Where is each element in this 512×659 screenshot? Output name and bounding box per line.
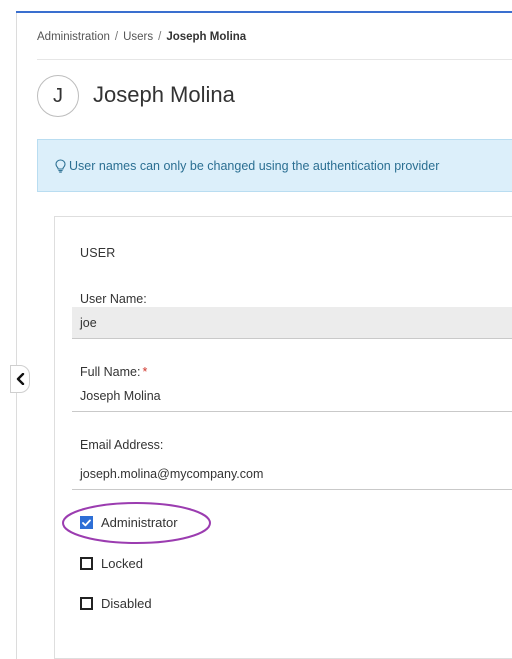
info-banner: User names can only be changed using the… — [37, 139, 512, 192]
fullname-label: Full Name: * — [80, 365, 147, 379]
avatar: J — [37, 75, 79, 117]
locked-label: Locked — [101, 556, 143, 571]
breadcrumb-separator: / — [114, 31, 119, 43]
breadcrumb-link-administration[interactable]: Administration — [37, 31, 110, 43]
administrator-label: Administrator — [101, 515, 178, 530]
breadcrumb-link-users[interactable]: Users — [123, 31, 153, 43]
administrator-checkbox-row[interactable]: Administrator — [80, 515, 178, 530]
avatar-initial: J — [53, 84, 63, 107]
disabled-checkbox-row[interactable]: Disabled — [80, 596, 152, 611]
sidebar-collapse-button[interactable] — [10, 365, 30, 393]
disabled-label: Disabled — [101, 596, 152, 611]
required-marker: * — [142, 365, 148, 379]
email-label: Email Address: — [80, 438, 164, 452]
administrator-checkbox[interactable] — [80, 516, 93, 529]
page-title: Joseph Molina — [93, 82, 235, 107]
locked-checkbox-row[interactable]: Locked — [80, 556, 143, 571]
username-field: joe — [72, 307, 512, 339]
top-accent-bar — [16, 11, 512, 13]
breadcrumb: Administration / Users / Joseph Molina — [37, 31, 246, 43]
disabled-checkbox[interactable] — [80, 597, 93, 610]
chevron-left-icon — [16, 373, 24, 385]
section-title-user: USER — [80, 246, 116, 260]
fullname-label-text: Full Name: — [80, 365, 141, 379]
email-field[interactable]: joseph.molina@mycompany.com — [72, 458, 512, 490]
info-banner-text: User names can only be changed using the… — [69, 158, 440, 173]
checkmark-icon — [82, 518, 91, 526]
header-divider — [37, 59, 512, 60]
username-label: User Name: — [80, 292, 147, 306]
sidebar-edge — [16, 13, 17, 659]
locked-checkbox[interactable] — [80, 557, 93, 570]
fullname-field[interactable]: Joseph Molina — [72, 380, 512, 412]
breadcrumb-current: Joseph Molina — [166, 31, 247, 43]
lightbulb-icon — [55, 158, 66, 173]
breadcrumb-separator: / — [158, 31, 162, 43]
